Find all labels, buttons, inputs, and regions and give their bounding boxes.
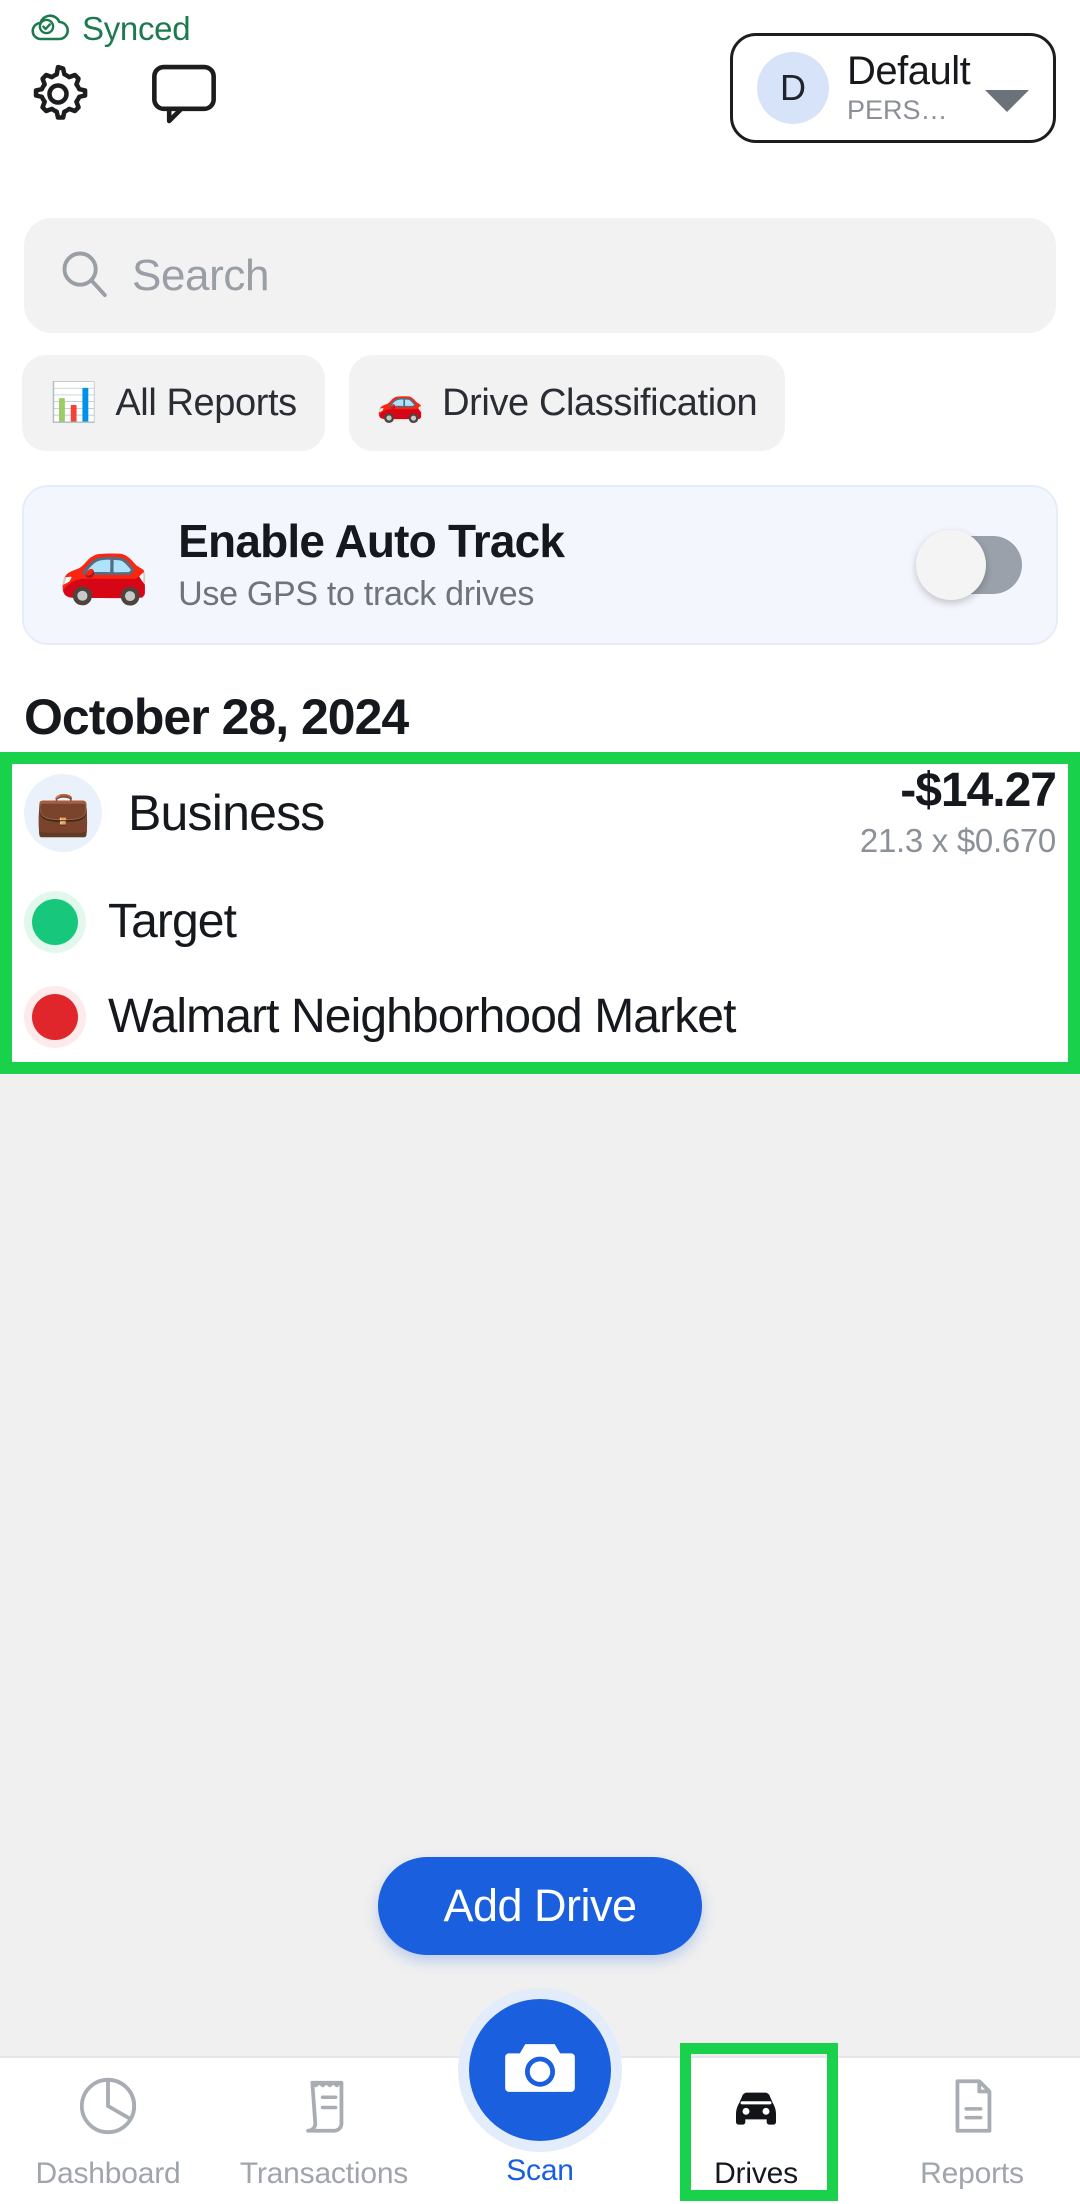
account-subtitle: PERS… [847, 95, 948, 126]
app-root: Synced D Default PERS… Search 📊 All Repo… [0, 0, 1080, 2204]
nav-item-drives[interactable]: Drives [648, 2058, 864, 2204]
start-dot [32, 898, 78, 945]
nav-label-reports: Reports [920, 2156, 1024, 2190]
drive-start-stop: Target [0, 874, 1080, 969]
sync-status-label: Synced [82, 10, 191, 47]
scan-fab[interactable] [458, 1988, 622, 2152]
drive-entry-main: 💼 Business -$14.27 21.3 x $0.670 [0, 752, 1080, 874]
chat-bubble-icon[interactable] [150, 63, 218, 130]
end-dot [32, 993, 78, 1040]
sync-status: Synced [30, 10, 191, 48]
nav-label-dashboard: Dashboard [35, 2156, 181, 2190]
receipt-icon [292, 2074, 356, 2143]
filter-chip-row: 📊 All Reports 🚗 Drive Classification [22, 355, 786, 451]
car-icon: 🚗 [376, 382, 425, 424]
cloud-check-icon [30, 11, 70, 48]
drive-category-label: Business [128, 785, 325, 841]
header-icon-row [24, 60, 218, 133]
bar-chart-icon: 📊 [50, 382, 98, 424]
car-front-icon [724, 2074, 788, 2143]
search-icon [58, 247, 110, 304]
briefcase-emoji: 💼 [35, 789, 91, 838]
account-selector[interactable]: D Default PERS… [730, 33, 1056, 143]
search-input[interactable]: Search [24, 218, 1056, 333]
account-name: Default [847, 49, 971, 94]
auto-track-text: Enable Auto Track Use GPS to track drive… [178, 516, 918, 614]
car-icon: 🚗 [58, 523, 151, 606]
drive-rate-detail: 21.3 x $0.670 [859, 822, 1056, 860]
auto-track-toggle[interactable] [916, 530, 1022, 600]
nav-item-transactions[interactable]: Transactions [216, 2058, 432, 2204]
drive-end-label: Walmart Neighborhood Market [108, 990, 736, 1043]
avatar: D [757, 52, 829, 124]
account-text: Default PERS… [847, 50, 985, 126]
camera-icon [496, 2024, 584, 2117]
gear-icon[interactable] [24, 60, 92, 133]
search-placeholder: Search [132, 250, 270, 300]
nav-label-drives: Drives [714, 2156, 798, 2190]
add-drive-button[interactable]: Add Drive [378, 1857, 702, 1955]
avatar-initial: D [780, 67, 806, 108]
toggle-knob [916, 530, 986, 600]
chip-drive-classification-label: Drive Classification [442, 381, 758, 424]
add-drive-label: Add Drive [443, 1880, 637, 1931]
nav-label-scan: Scan [506, 2154, 574, 2187]
auto-track-title: Enable Auto Track [178, 515, 565, 568]
drive-entry-card[interactable]: 💼 Business -$14.27 21.3 x $0.670 Target … [0, 752, 1080, 1074]
chip-all-reports-label: All Reports [115, 381, 297, 424]
scan-fab-circle [469, 1999, 611, 2141]
chip-all-reports[interactable]: 📊 All Reports [22, 355, 325, 451]
drive-start-label: Target [108, 895, 237, 948]
nav-item-reports[interactable]: Reports [864, 2058, 1080, 2204]
drive-amount: -$14.27 [900, 763, 1057, 817]
auto-track-banner[interactable]: 🚗 Enable Auto Track Use GPS to track dri… [22, 485, 1058, 645]
end-marker-icon [24, 985, 86, 1048]
pie-chart-icon [76, 2074, 140, 2143]
document-icon [940, 2074, 1004, 2143]
nav-item-dashboard[interactable]: Dashboard [0, 2058, 216, 2204]
nav-label-transactions: Transactions [239, 2156, 409, 2190]
card-divider [0, 1072, 1080, 1074]
chip-drive-classification[interactable]: 🚗 Drive Classification [348, 355, 786, 451]
chevron-down-icon[interactable] [985, 90, 1029, 112]
drive-amount-block: -$14.27 21.3 x $0.670 [859, 763, 1057, 860]
start-marker-icon [24, 890, 86, 953]
date-header: October 28, 2024 [24, 689, 409, 745]
auto-track-subtitle: Use GPS to track drives [178, 574, 535, 613]
briefcase-icon: 💼 [24, 774, 102, 852]
drive-end-stop: Walmart Neighborhood Market [0, 969, 1080, 1064]
